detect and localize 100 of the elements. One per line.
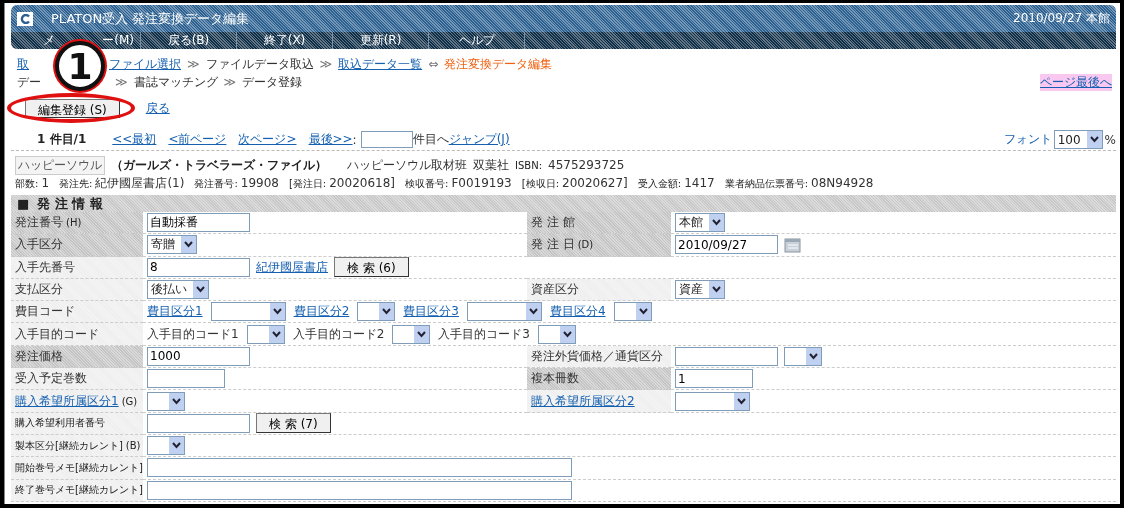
menu-item[interactable]: ー(M) [102,32,134,49]
breadcrumb-link[interactable]: 取込データ一覧 [338,55,423,73]
page-end-link[interactable]: ページ最後へ [1040,73,1112,91]
link[interactable]: 費目区分2 [293,303,350,321]
shortcut-hint: (H) [66,217,82,229]
field-label: 資産区分 [531,281,579,299]
info-label: 検収番号: [405,177,449,191]
text-field[interactable]: 2010/09/27 [675,235,778,255]
memo-field[interactable] [147,480,572,500]
menu-item[interactable]: 戻る(B) [141,32,237,49]
link[interactable]: 費目区分1 [147,303,203,321]
breadcrumb-link[interactable]: ファイル選択 [109,55,181,73]
back-link[interactable]: 戻る [145,99,170,117]
info-label: 発注番号: [194,177,238,191]
book-publisher: 双葉社 [473,156,509,174]
field-label: 発注価格 [15,347,63,365]
field-link[interactable]: 購入希望所属区分2 [531,392,635,410]
menu-item[interactable]: メ [43,32,55,49]
dropdown[interactable] [246,324,285,344]
field-label: 受入予定巻数 [15,370,87,388]
dropdown[interactable] [392,324,431,344]
isbn-value: 4575293725 [548,158,625,172]
chevron-down-icon [709,281,724,299]
title-tag: ハッピーソウル [15,155,105,175]
chevron-down-icon [414,325,430,343]
dropdown[interactable]: 資産 [675,280,725,300]
percent-sign: % [1104,132,1116,147]
breadcrumb-current: 発注変換データ編集 [444,55,553,73]
link[interactable]: 紀伊國屋書店 [256,258,328,276]
text-field[interactable]: 1000 [147,346,250,366]
square-bullet: ■ [17,196,30,211]
record-number-field[interactable] [360,131,413,148]
font-size-dropdown[interactable]: 100 [1053,130,1103,149]
menu-item[interactable]: 更新(R) [333,32,429,49]
app-logo-icon [17,11,33,26]
text-field[interactable]: 8 [147,257,250,277]
dropdown[interactable]: 寄贈 [147,235,197,255]
search-button[interactable]: 検 索 (6) [334,257,409,278]
text-field[interactable]: 自動採番 [147,213,250,233]
jump-label: 件目へ [412,131,449,148]
field-label: 入手目的コード1 [147,325,239,343]
info-value: F0019193 [451,176,512,190]
menu-item[interactable]: ヘルプ [429,32,525,49]
info-value: 紀伊國屋書店(1) [95,175,185,192]
dropdown[interactable] [613,302,652,322]
dropdown[interactable] [147,436,185,456]
text-field[interactable] [675,346,778,366]
chevron-down-icon [525,303,541,321]
field-label: 発 注 館 [531,214,575,232]
breadcrumb-separator: ⇔ [428,57,439,71]
dropdown[interactable] [537,324,576,344]
chevron-down-icon [709,214,724,232]
dropdown[interactable] [147,391,185,411]
chevron-down-icon [193,281,208,299]
calendar-icon[interactable] [784,236,802,253]
field-label: 入手目的コード [15,325,99,343]
save-button[interactable]: 編集登録 (S) [25,98,120,118]
colon: : [352,132,357,147]
breadcrumb-link[interactable]: 取 [17,55,29,73]
breadcrumb-item: デー [17,73,41,91]
info-value: 20020618] [329,176,395,190]
chevron-down-icon [268,325,284,343]
dropdown[interactable] [784,346,822,366]
pager-link[interactable]: <<最初 [112,131,157,148]
info-label: [検収日: [521,177,559,191]
font-label: フォント [1003,131,1052,148]
text-field[interactable] [147,369,225,389]
field-label: 発 注 日 [531,236,575,254]
memo-field[interactable] [147,458,572,478]
pager-link[interactable]: <前ページ [168,131,227,148]
dropdown[interactable]: 本館 [675,213,725,233]
chevron-down-icon [169,437,184,455]
info-label: [発注日: [288,177,327,191]
shortcut-hint: (B) [125,440,141,452]
link[interactable]: 費目区分4 [549,303,606,321]
link[interactable]: 費目区分3 [403,303,459,321]
breadcrumb-separator: ≫ [115,75,128,89]
pager-link[interactable]: 次ページ> [238,131,297,148]
window-title: PLATON受入 発注変換データ編集 [51,9,251,28]
search-button[interactable]: 検 索 (7) [256,413,331,434]
text-field[interactable] [147,413,250,433]
info-label: 受入金額: [637,177,682,191]
field-label: 発注外貨価格／通貨区分 [531,347,663,365]
book-author: ハッピーソウル取材班 [347,156,467,174]
field-label: 製本区分[継続カレント] [15,438,123,453]
info-value: 20020627] [562,176,628,190]
field-label: 終了巻号メモ[継続カレント] [15,483,143,498]
shortcut-hint: (G) [121,395,138,407]
pager-link[interactable]: 最後>> [308,131,353,148]
section-title: 発 注 情 報 [37,194,103,213]
info-value: 19908 [240,176,279,190]
field-label: 発注番号 [15,214,63,232]
text-field[interactable]: 1 [675,369,753,389]
field-link[interactable]: 購入希望所属区分1 [15,392,119,410]
jump-link[interactable]: ジャンプ(J) [448,131,510,148]
dropdown[interactable]: 後払い [147,280,209,300]
shortcut-hint: (D) [577,239,594,251]
dropdown[interactable] [357,302,396,322]
menu-item[interactable]: 終了(X) [237,32,333,49]
info-value: 08N94928 [811,176,874,190]
